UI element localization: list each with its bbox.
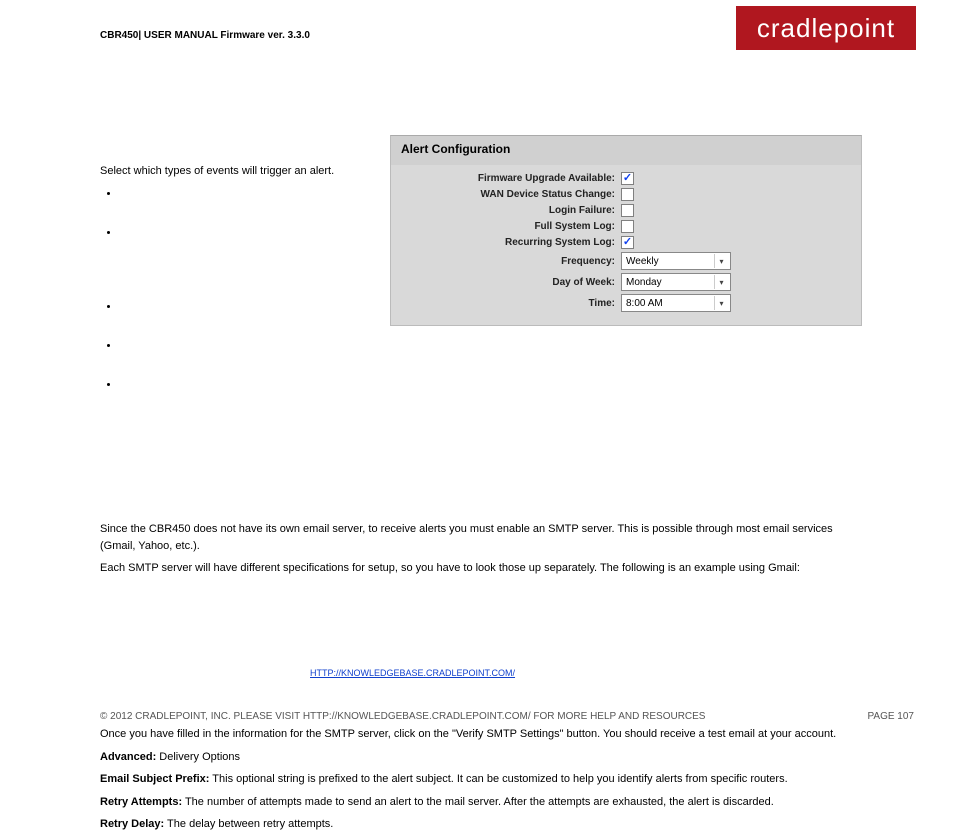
brand-logo: cradlepoint — [736, 6, 916, 50]
alert-type-list: Firmware Upgrade Available: A firmware u… — [120, 186, 380, 466]
value: 587 (for TLS, or Transport Layer Securit… — [203, 605, 609, 617]
value: Your Gmail password — [196, 663, 303, 675]
smtp-p1: Since the CBR450 does not have its own e… — [100, 521, 860, 554]
label: Authentication Required: — [140, 624, 271, 636]
smtp-p2: Each SMTP server will have different spe… — [100, 560, 860, 577]
label: Retry Attempts: — [100, 796, 182, 808]
copyright-text: © 2012 CRADLEPOINT, INC. PLEASE VISIT HT… — [100, 711, 705, 722]
label: Advanced: — [100, 751, 156, 763]
smtp-title: 8.1.3 SMTP Mail Server — [100, 501, 860, 515]
value: For Gmail, mark this checkbox. — [271, 624, 426, 636]
smtp-prefix: Email Subject Prefix: This optional stri… — [100, 771, 860, 788]
desc: The system log is sent periodically. Thi… — [120, 379, 375, 461]
label: Email Subject Prefix: — [100, 773, 209, 785]
list-item: Firmware Upgrade Available: A firmware u… — [120, 186, 380, 221]
list-item: Login Failure: A failed login attempt ha… — [120, 299, 380, 334]
term: Recurring System Log: — [120, 379, 241, 391]
list-item: WAN Device Status Change: An attached WA… — [120, 225, 380, 295]
list-item: User Name: Your full email address — [140, 642, 860, 660]
term: Firmware Upgrade Available: — [120, 188, 271, 200]
label: Server Address: — [140, 585, 225, 597]
list-item: Server Address: smtp.gmail.com — [140, 583, 860, 601]
value: The delay between retry attempts. — [164, 818, 333, 830]
smtp-p3: Once you have filled in the information … — [100, 726, 860, 743]
smtp-section: 8.1.3 SMTP Mail Server Since the CBR450 … — [100, 501, 860, 832]
header-line: CBR450| USER MANUAL Firmware ver. 3.3.0 — [100, 30, 310, 41]
value: This optional string is prefixed to the … — [209, 773, 787, 785]
smtp-retry: Retry Attempts: The number of attempts m… — [100, 794, 860, 811]
term: Full System Log: — [120, 340, 209, 352]
kb-link[interactable]: HTTP://KNOWLEDGEBASE.CRADLEPOINT.COM/ — [310, 668, 515, 678]
intro-paragraph: Select which types of events will trigge… — [100, 163, 360, 180]
gmail-settings-list: Server Address: smtp.gmail.com Server Po… — [140, 583, 860, 718]
list-item: Full System Log: The system log has fill… — [120, 338, 380, 373]
list-item: Server Port: 587 (for TLS, or Transport … — [140, 603, 860, 621]
list-item: From Address: Your email address — [140, 681, 860, 699]
smtp-retry2: Retry Delay: The delay between retry att… — [100, 816, 860, 833]
label: User Name: — [140, 644, 201, 656]
page-number: PAGE 107 — [867, 711, 914, 722]
smtp-adv: Advanced: Delivery Options — [100, 749, 860, 766]
value: Your email address — [218, 683, 315, 695]
footer-copyright: © 2012 CRADLEPOINT, INC. PLEASE VISIT HT… — [100, 711, 705, 722]
label: Retry Delay: — [100, 818, 164, 830]
document-content: 8.1.2 Alert Configuration Select which t… — [100, 140, 860, 839]
list-item: Authentication Required: For Gmail, mark… — [140, 622, 860, 640]
value: The number of attempts made to send an a… — [182, 796, 774, 808]
term: Login Failure: — [120, 301, 193, 313]
value: Your full email address — [201, 644, 315, 656]
label: Password: — [140, 663, 196, 675]
value: smtp.gmail.com — [225, 585, 305, 597]
list-item: Recurring System Log: The system log is … — [120, 377, 380, 465]
section-title: 8.1.2 Alert Configuration — [100, 140, 860, 155]
value: Delivery Options — [156, 751, 240, 763]
label: From Address: — [140, 683, 218, 695]
term: WAN Device Status Change: — [120, 227, 268, 239]
label: Server Port: — [140, 605, 203, 617]
